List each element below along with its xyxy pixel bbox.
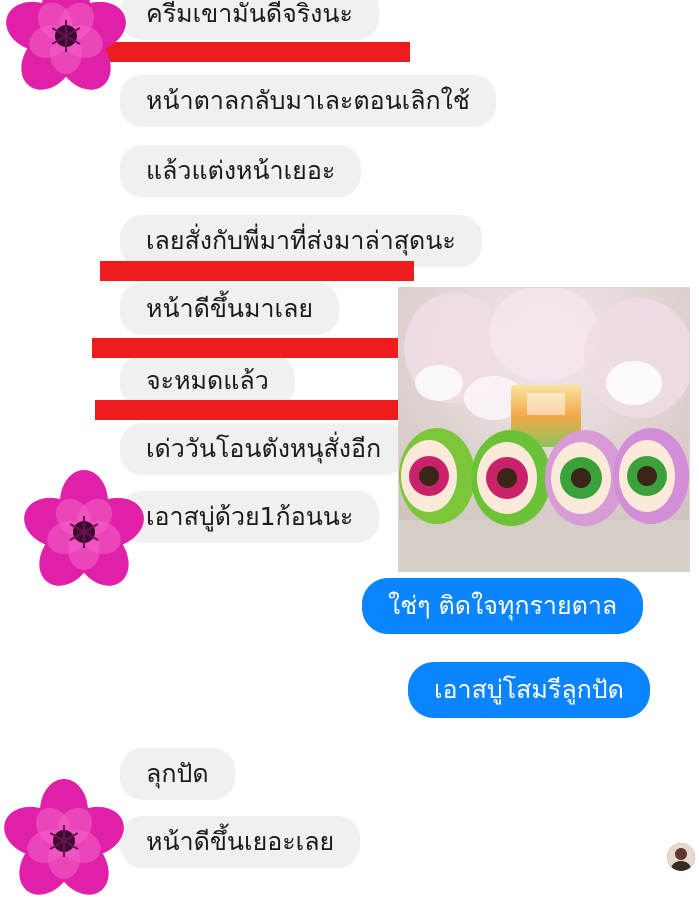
message-bubble-outgoing[interactable]: เอาสบู่โสมรีลูกปัด <box>408 662 650 718</box>
message-bubble-incoming[interactable]: หน้าดีขึ้นเยอะเลย <box>120 816 361 868</box>
redaction-bar <box>96 42 410 62</box>
pink-flower-icon <box>20 468 148 596</box>
attached-photo[interactable] <box>398 287 690 572</box>
message-bubble-outgoing[interactable]: ใช่ๆ ติดใจทุกรายตาล <box>362 578 644 634</box>
message-bubble-incoming[interactable]: แล้วแต่งหน้าเยอะ <box>120 145 362 197</box>
product-photo-illustration <box>399 288 689 571</box>
message-bubble-incoming[interactable]: เด่ววันโอนตังหนุสั่งอีก <box>120 423 408 475</box>
redaction-bar <box>95 400 409 420</box>
user-avatar <box>667 843 695 871</box>
message-bubble-incoming[interactable]: ครีมเขามันดีจริงนะ <box>120 0 379 40</box>
message-bubble-incoming[interactable]: เอาสบู่ด้วย1ก้อนนะ <box>120 491 380 543</box>
redaction-bar <box>100 261 414 281</box>
pink-flower-icon <box>0 777 128 905</box>
redaction-bar <box>92 338 406 358</box>
message-bubble-incoming[interactable]: หน้าดีขึ้นมาเลย <box>120 283 340 335</box>
message-bubble-incoming[interactable]: หน้าตาลกลับมาเละตอนเลิกใช้ <box>120 75 496 127</box>
message-bubble-incoming[interactable]: ลุกปัด <box>120 748 235 800</box>
pink-flower-icon <box>2 0 130 100</box>
message-bubble-incoming[interactable]: เลยสั่งกับพี่มาที่ส่งมาล่าสุดนะ <box>120 215 482 267</box>
